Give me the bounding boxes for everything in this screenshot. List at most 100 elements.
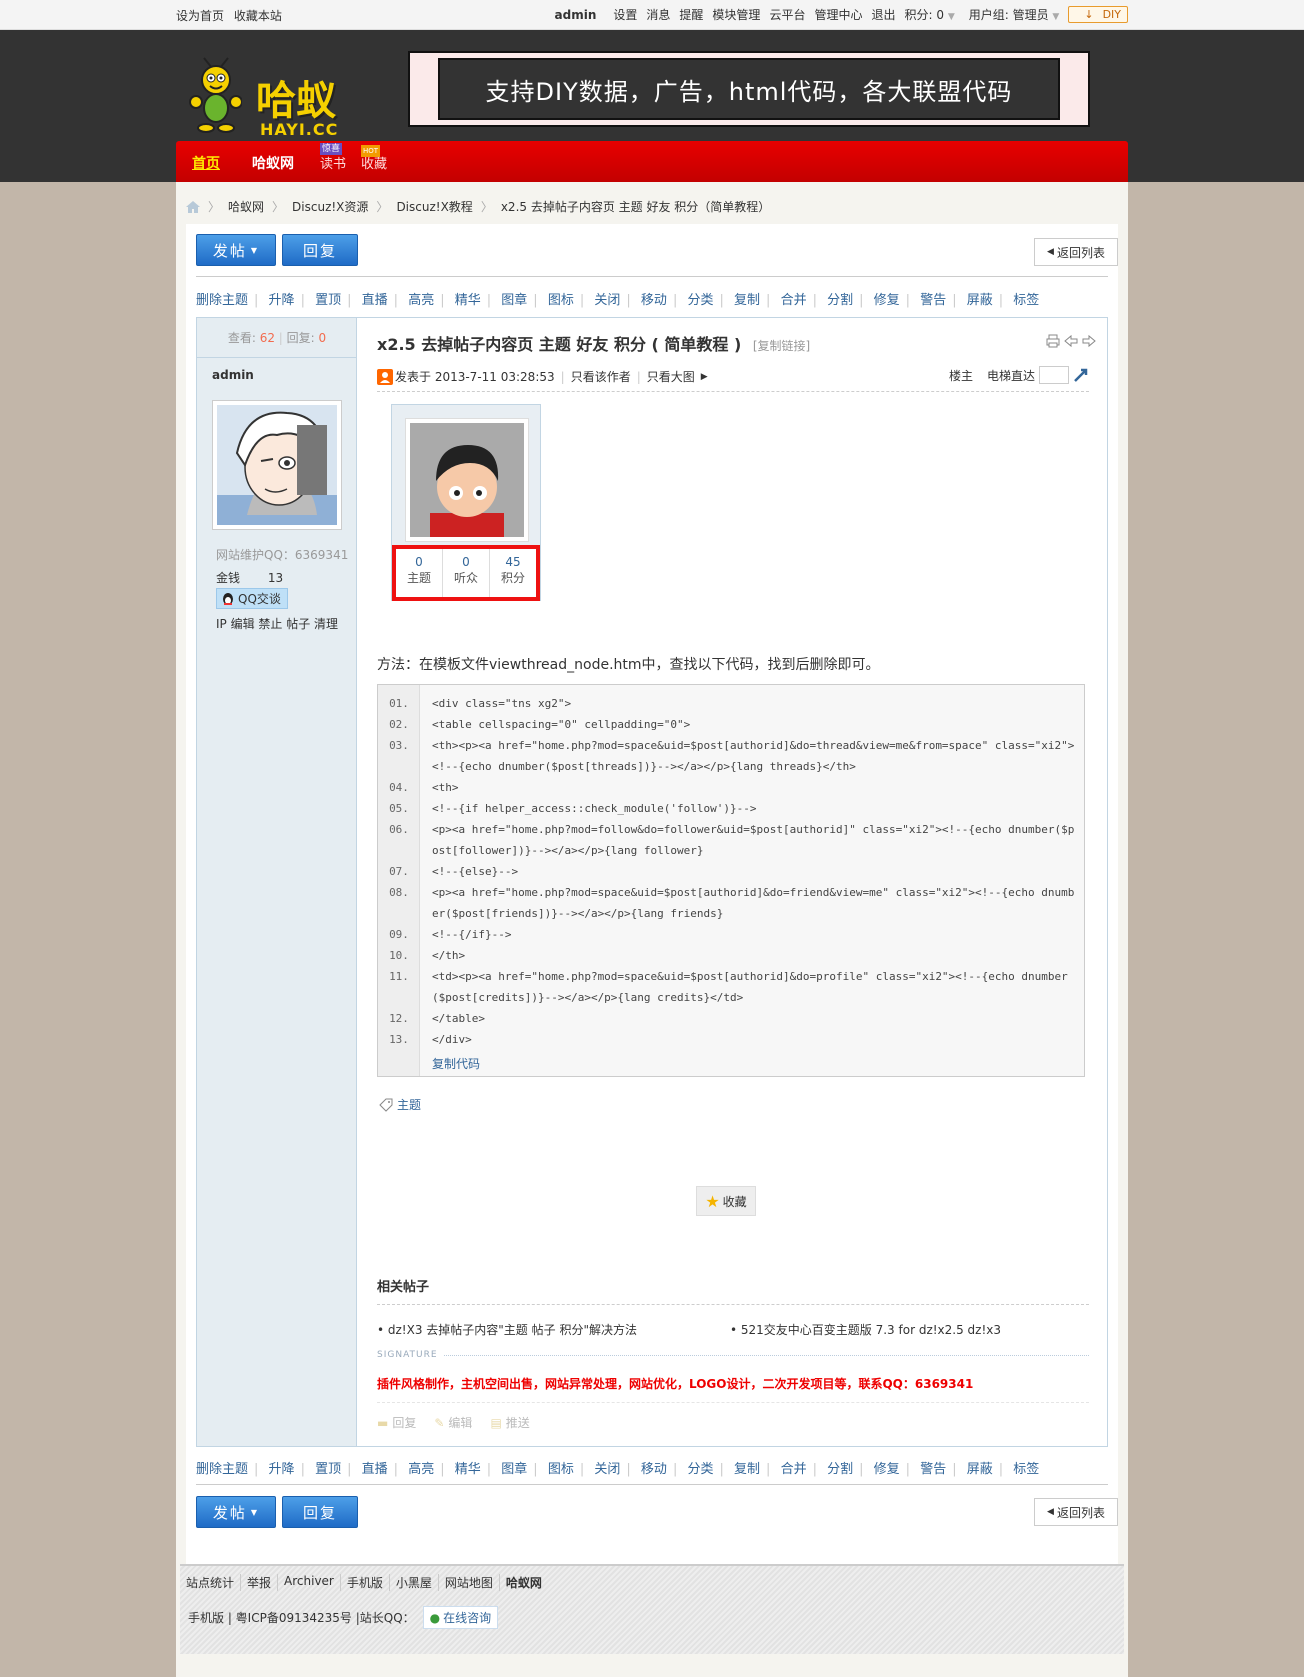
- mod-merge[interactable]: 合并: [781, 293, 807, 308]
- back-to-list-button[interactable]: ◀ 返回列表: [1034, 238, 1118, 266]
- footer-link-blacklist[interactable]: 小黑屋: [388, 1574, 438, 1591]
- mod-bump[interactable]: 升降: [269, 1462, 295, 1477]
- mod-close[interactable]: 关闭: [594, 1462, 620, 1477]
- mod-stick[interactable]: 置顶: [315, 293, 341, 308]
- copy-link-button[interactable]: [复制链接]: [753, 339, 810, 353]
- messages-link[interactable]: 消息: [646, 6, 670, 23]
- mod-highlight[interactable]: 高亮: [408, 1462, 434, 1477]
- mod-split[interactable]: 分割: [827, 293, 853, 308]
- new-post-button[interactable]: 发帖 ▼: [196, 1496, 276, 1528]
- mod-warn[interactable]: 警告: [920, 293, 946, 308]
- admin-tools[interactable]: IP 编辑 禁止 帖子 清理: [216, 615, 338, 632]
- card-avatar[interactable]: [405, 418, 529, 542]
- mod-category[interactable]: 分类: [687, 1462, 713, 1477]
- back-to-list-button[interactable]: ◀ 返回列表: [1034, 1498, 1118, 1526]
- diy-button[interactable]: ↓ DIY: [1068, 6, 1128, 23]
- new-post-button[interactable]: 发帖 ▼: [196, 234, 276, 266]
- only-author-link[interactable]: 只看该作者: [571, 368, 631, 385]
- mod-category[interactable]: 分类: [687, 293, 713, 308]
- mod-icon[interactable]: 图标: [548, 293, 574, 308]
- mod-close[interactable]: 关闭: [594, 293, 620, 308]
- mod-tag[interactable]: 标签: [1013, 1462, 1039, 1477]
- nav-item-home[interactable]: 首页: [192, 153, 220, 173]
- mod-repair[interactable]: 修复: [874, 293, 900, 308]
- nav-item-favorites[interactable]: HOT 收藏: [361, 145, 387, 172]
- settings-link[interactable]: 设置: [613, 6, 637, 23]
- mod-highlight[interactable]: 高亮: [408, 293, 434, 308]
- admin-center-link[interactable]: 管理中心: [814, 6, 862, 23]
- mod-ban[interactable]: 屏蔽: [967, 293, 993, 308]
- mod-stamp[interactable]: 图章: [501, 1462, 527, 1477]
- mod-warn[interactable]: 警告: [920, 1462, 946, 1477]
- mod-delete-thread[interactable]: 删除主题: [196, 1462, 248, 1477]
- code-line: </th>: [432, 949, 466, 962]
- mod-tag[interactable]: 标签: [1013, 293, 1039, 308]
- edit-action[interactable]: ✎ 编辑: [434, 1414, 472, 1431]
- mod-live[interactable]: 直播: [362, 1462, 388, 1477]
- mod-move[interactable]: 移动: [641, 1462, 667, 1477]
- footer-link-sitemap[interactable]: 网站地图: [437, 1574, 499, 1591]
- mod-copy[interactable]: 复制: [734, 1462, 760, 1477]
- mod-copy[interactable]: 复制: [734, 293, 760, 308]
- prev-thread-icon[interactable]: [1064, 334, 1078, 348]
- breadcrumb-item-hayi[interactable]: 哈蚁网: [228, 198, 264, 215]
- mod-move[interactable]: 移动: [641, 293, 667, 308]
- mod-merge[interactable]: 合并: [781, 1462, 807, 1477]
- copy-code-button[interactable]: 复制代码: [432, 1055, 480, 1072]
- reply-button[interactable]: 回复: [282, 1496, 358, 1528]
- mod-stick[interactable]: 置顶: [315, 1462, 341, 1477]
- reply-action[interactable]: ▬ 回复: [377, 1414, 416, 1431]
- stat-followers[interactable]: 0 听众: [442, 549, 489, 597]
- author-name[interactable]: admin: [212, 368, 254, 382]
- mod-bump[interactable]: 升降: [269, 293, 295, 308]
- footer-link-mobile[interactable]: 手机版: [339, 1574, 389, 1591]
- reply-button[interactable]: 回复: [282, 234, 358, 266]
- favorite-button[interactable]: ★ 收藏: [696, 1186, 756, 1216]
- print-icon[interactable]: [1046, 334, 1060, 348]
- mod-ban[interactable]: 屏蔽: [967, 1462, 993, 1477]
- ad-banner[interactable]: 支持DIY数据，广告，html代码，各大联盟代码: [408, 51, 1090, 127]
- thread-tag[interactable]: 主题: [379, 1096, 421, 1113]
- online-consult-button[interactable]: ● 在线咨询: [422, 1606, 499, 1629]
- mod-stamp[interactable]: 图章: [501, 293, 527, 308]
- site-logo[interactable]: 哈蚁 HAYI.CC: [178, 50, 374, 140]
- module-manage-link[interactable]: 模块管理: [712, 6, 760, 23]
- push-action[interactable]: ▤ 推送: [490, 1414, 529, 1431]
- next-thread-icon[interactable]: [1082, 334, 1096, 348]
- related-thread-link[interactable]: • dz!X3 去掉帖子内容"主题 帖子 积分"解决方法: [377, 1321, 637, 1338]
- mod-repair[interactable]: 修复: [874, 1462, 900, 1477]
- floor-jump-input[interactable]: [1039, 366, 1069, 384]
- code-line: <table cellspacing="0" cellpadding="0">: [432, 718, 691, 731]
- related-thread-link[interactable]: • 521交友中心百变主题版 7.3 for dz!x2.5 dz!x3: [730, 1321, 1001, 1338]
- footer-link-archiver[interactable]: Archiver: [277, 1574, 340, 1591]
- bookmark-site-link[interactable]: 收藏本站: [234, 9, 282, 23]
- home-icon[interactable]: [186, 200, 200, 213]
- nav-item-hayi[interactable]: 哈蚁网: [252, 153, 294, 173]
- mod-digest[interactable]: 精华: [455, 293, 481, 308]
- mod-split[interactable]: 分割: [827, 1462, 853, 1477]
- usergroup-menu[interactable]: 用户组: 管理员 ▼: [969, 6, 1060, 23]
- mod-delete-thread[interactable]: 删除主题: [196, 293, 248, 308]
- mod-icon[interactable]: 图标: [548, 1462, 574, 1477]
- set-homepage-link[interactable]: 设为首页: [176, 9, 224, 23]
- post-main: x2.5 去掉帖子内容页 主题 好友 积分 ( 简单教程 ) [复制链接] 发表…: [358, 318, 1108, 1446]
- only-big-images-link[interactable]: 只看大图: [647, 368, 695, 385]
- footer-link-report[interactable]: 举报: [240, 1574, 277, 1591]
- username-link[interactable]: admin: [555, 8, 597, 22]
- stat-threads[interactable]: 0 主题: [396, 549, 442, 597]
- credits-menu[interactable]: 积分: 0 ▼: [904, 6, 954, 23]
- breadcrumb-item-resources[interactable]: Discuz!X资源: [292, 198, 368, 215]
- stat-credits[interactable]: 45 积分: [489, 549, 536, 597]
- breadcrumb-item-tutorials[interactable]: Discuz!X教程: [396, 198, 472, 215]
- notifications-link[interactable]: 提醒: [679, 6, 703, 23]
- mod-live[interactable]: 直播: [362, 293, 388, 308]
- go-arrow-icon[interactable]: [1073, 367, 1089, 383]
- avatar[interactable]: [212, 400, 342, 530]
- mod-digest[interactable]: 精华: [455, 1462, 481, 1477]
- nav-item-reading[interactable]: 惊喜 读书: [320, 143, 346, 172]
- footer-link-hayi[interactable]: 哈蚁网: [498, 1574, 548, 1591]
- qq-chat-button[interactable]: QQ交谈: [216, 588, 288, 609]
- logout-link[interactable]: 退出: [871, 6, 895, 23]
- cloud-platform-link[interactable]: 云平台: [769, 6, 805, 23]
- footer-link-stats[interactable]: 站点统计: [186, 1574, 240, 1591]
